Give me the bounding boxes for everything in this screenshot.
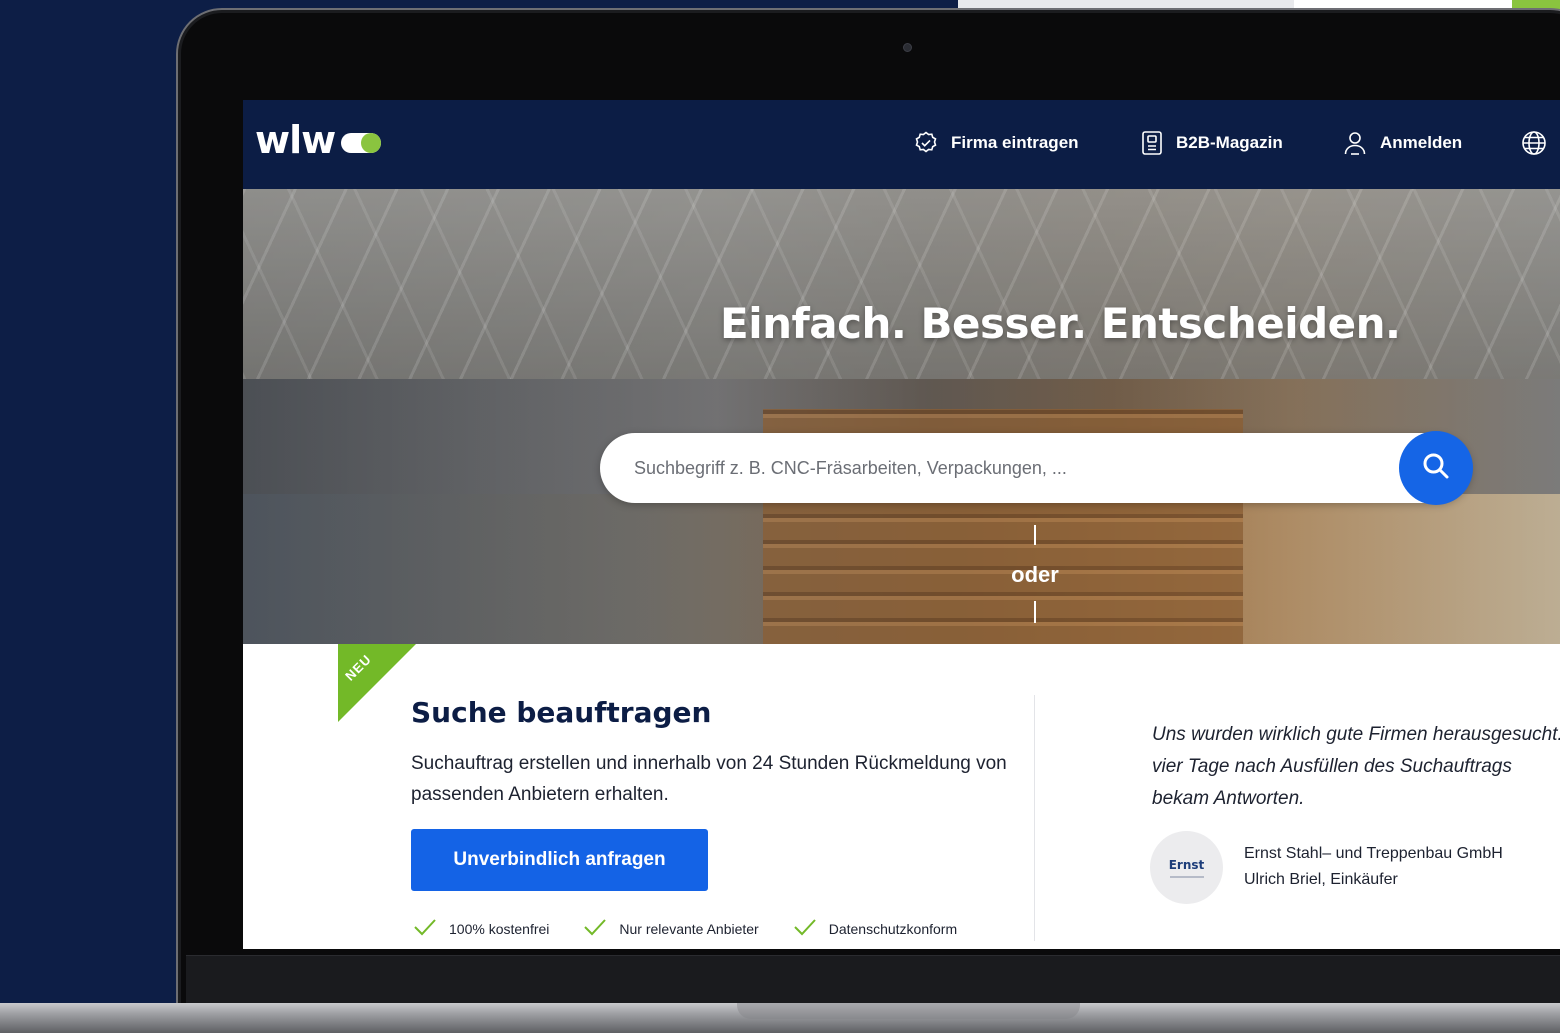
nav-label: Firma eintragen — [951, 133, 1079, 152]
logo-toggle-icon — [341, 133, 382, 153]
browser-screen: wlw Firma eintragen B2B-Magazin Anmelden… — [243, 100, 1560, 949]
company-logo: Ernst — [1150, 831, 1223, 904]
feature-item: Nur relevante Anbieter — [583, 918, 759, 939]
checkmark-icon — [793, 918, 817, 939]
feature-label: Nur relevante Anbieter — [619, 920, 759, 937]
nav-label: Anmelden — [1380, 133, 1463, 152]
separator-line — [1034, 601, 1036, 623]
feature-item: 100% kostenfrei — [413, 918, 549, 939]
search-input[interactable] — [634, 433, 1394, 503]
search-icon — [1421, 451, 1451, 486]
laptop-chin — [186, 955, 1560, 1003]
company-logo-tagline — [1169, 875, 1204, 878]
webcam — [903, 43, 912, 52]
company-logo-word: Ernst — [1168, 857, 1205, 872]
user-icon — [1342, 130, 1368, 156]
nav-firma-eintragen[interactable]: Firma eintragen — [913, 128, 1079, 158]
badge-check-icon — [913, 130, 939, 156]
background-strip — [958, 0, 1294, 8]
feature-item: Datenschutzkonform — [793, 918, 957, 939]
card-title: Suche beauftragen — [411, 696, 712, 729]
nav-label: B2B-Magazin — [1176, 133, 1283, 152]
nav-anmelden[interactable]: Anmelden — [1342, 128, 1462, 158]
globe-icon — [1520, 129, 1548, 157]
nav-b2b-magazin[interactable]: B2B-Magazin — [1140, 128, 1283, 158]
checkmark-icon — [583, 918, 607, 939]
logo-text: wlw — [255, 118, 336, 162]
checkmark-icon — [413, 918, 437, 939]
separator-label: oder — [1011, 562, 1059, 587]
new-badge-ribbon — [338, 644, 416, 722]
language-switcher[interactable] — [1520, 128, 1548, 158]
separator-line — [1034, 525, 1036, 545]
search-button[interactable] — [1399, 431, 1473, 505]
feature-label: Datenschutzkonform — [828, 920, 958, 937]
hero-section: Einfach. Besser. Entscheiden. oder — [243, 189, 1560, 644]
card-divider — [1034, 695, 1035, 941]
card-description: Suchauftrag erstellen und innerhalb von … — [411, 753, 1007, 805]
top-navigation: wlw Firma eintragen B2B-Magazin Anmelden — [243, 100, 1560, 189]
hero-headline: Einfach. Besser. Entscheiden. — [720, 299, 1401, 348]
testimonial-person: Ulrich Briel, Einkäufer — [1244, 871, 1398, 888]
testimonial-quote: Uns wurden wirklich gute Firmen herausge… — [1152, 724, 1560, 809]
document-icon — [1140, 130, 1164, 156]
testimonial-company: Ernst Stahl– und Treppenbau GmbH — [1244, 845, 1503, 862]
laptop-notch — [737, 1003, 1080, 1019]
wlw-logo[interactable]: wlw — [255, 118, 382, 162]
search-bar — [600, 431, 1473, 505]
warehouse-roof-image — [243, 189, 1560, 379]
feature-label: 100% kostenfrei — [449, 920, 550, 937]
feature-list: 100% kostenfrei Nur relevante Anbieter D… — [413, 918, 957, 939]
request-button[interactable]: Unverbindlich anfragen — [411, 829, 708, 891]
